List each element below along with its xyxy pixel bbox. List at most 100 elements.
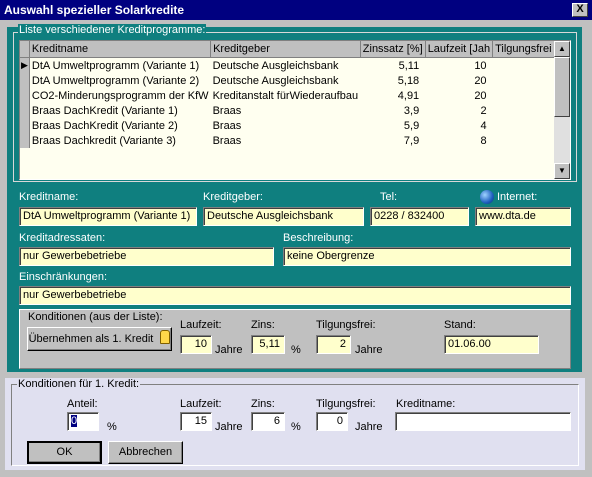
tilgungsfrei-unit: Jahre	[355, 344, 383, 356]
konditionen-kredit1-legend: Konditionen für 1. Kredit:	[17, 378, 141, 391]
laufzeit-kredit1-label: Laufzeit:	[180, 398, 222, 410]
kreditadressaten-field[interactable]: nur Gewerbebetriebe	[19, 247, 274, 266]
anteil-label: Anteil:	[67, 398, 98, 410]
uebernehmen-button[interactable]: Übernehmen als 1. Kredit	[27, 327, 172, 351]
stand-field[interactable]: 01.06.00	[444, 335, 539, 354]
laufzeit-unit: Jahre	[215, 344, 243, 356]
zins-liste-field[interactable]: 5,11	[251, 335, 285, 354]
table-cell[interactable]: 4,91	[360, 88, 425, 103]
table-cell[interactable]: Braas	[211, 103, 361, 118]
table-cell[interactable]: 10	[425, 58, 492, 74]
einschraenkungen-label: Einschränkungen:	[19, 271, 108, 283]
kreditname-kredit1-label: Kreditname:	[396, 398, 456, 410]
einschraenkungen-field[interactable]: nur Gewerbebetriebe	[19, 286, 571, 305]
tilgungsfrei-label: Tilgungsfrei:	[316, 319, 376, 331]
table-cell[interactable]: Deutsche Ausgleichsbank	[211, 58, 361, 74]
laufzeit-label: Laufzeit:	[180, 319, 222, 331]
scroll-thumb[interactable]	[554, 57, 570, 117]
hand-icon	[160, 330, 171, 344]
internet-label: Internet:	[497, 191, 538, 203]
row-indicator[interactable]	[20, 118, 30, 133]
table-cell[interactable]: DtA Umweltprogramm (Variante 2)	[29, 73, 210, 88]
window-title-bar: Auswahl spezieller Solarkredite	[0, 0, 592, 20]
zins-kredit1-unit: %	[291, 421, 301, 433]
scroll-down-button[interactable]: ▼	[554, 163, 570, 179]
table-cell[interactable]: 2	[425, 103, 492, 118]
tilgungsfrei-kredit1-field[interactable]: 0	[316, 412, 348, 431]
table-cell[interactable]: 8	[425, 133, 492, 148]
row-indicator[interactable]	[20, 88, 30, 103]
row-indicator[interactable]	[20, 133, 30, 148]
zins-kredit1-label: Zins:	[251, 398, 275, 410]
table-cell[interactable]: 5,18	[360, 73, 425, 88]
zins-kredit1-field[interactable]: 6	[251, 412, 285, 431]
table-cell[interactable]: 20	[425, 73, 492, 88]
anteil-value: 0	[71, 415, 78, 427]
row-indicator[interactable]	[20, 103, 30, 118]
tilgungsfrei-kredit1-unit: Jahre	[355, 421, 383, 433]
tel-label: Tel:	[380, 191, 398, 203]
window-title: Auswahl spezieller Solarkredite	[4, 3, 185, 17]
table-cell[interactable]: 7,9	[360, 133, 425, 148]
anteil-field[interactable]: 0	[67, 412, 99, 431]
table-cell[interactable]: DtA Umweltprogramm (Variante 1)	[29, 58, 210, 74]
table-row[interactable]: CO2-Minderungsprogramm der KfW Kreditanst…	[20, 88, 570, 103]
arrow-up-icon: ▲	[558, 44, 566, 53]
table-cell[interactable]: Braas DachKredit (Variante 1)	[29, 103, 210, 118]
grid-table: Kreditname Kreditgeber Zinssatz [%] Lauf…	[20, 41, 570, 148]
cancel-button[interactable]: Abbrechen	[108, 441, 183, 464]
kreditgeber-field[interactable]: Deutsche Ausgleichsbank	[203, 207, 364, 226]
tilgungsfrei-liste-field[interactable]: 2	[316, 335, 351, 354]
table-cell[interactable]: Braas	[211, 118, 361, 133]
kreditname-kredit1-field[interactable]	[395, 412, 571, 431]
close-icon: X	[576, 3, 584, 15]
table-row[interactable]: Braas DachKredit (Variante 1)Braas3,920	[20, 103, 570, 118]
table-row[interactable]: Braas Dachkredit (Variante 3)Braas7,980	[20, 133, 570, 148]
table-cell[interactable]: Braas	[211, 133, 361, 148]
column-header[interactable]: Kreditname	[29, 41, 212, 58]
laufzeit-liste-field[interactable]: 10	[180, 335, 212, 354]
kreditgeber-label: Kreditgeber:	[203, 191, 263, 203]
anteil-unit: %	[107, 421, 117, 433]
table-cell[interactable]: 3,9	[360, 103, 425, 118]
zins-label: Zins:	[251, 319, 275, 331]
column-header[interactable]: Laufzeit [Jah	[425, 41, 494, 58]
column-header[interactable]: Kreditgeber	[210, 41, 361, 58]
laufzeit-kredit1-unit: Jahre	[215, 421, 243, 433]
table-cell[interactable]: 20	[425, 88, 492, 103]
table-cell[interactable]: Kreditanstalt fürWiederaufbau	[211, 88, 361, 103]
row-indicator[interactable]: ▶	[20, 57, 30, 73]
table-row[interactable]: ▶ DtA Umweltprogramm (Variante 1) Deutsche…	[20, 57, 570, 74]
table-cell[interactable]: 4	[425, 118, 492, 133]
scroll-up-button[interactable]: ▲	[554, 41, 570, 57]
table-cell[interactable]: Braas Dachkredit (Variante 3)	[29, 133, 210, 148]
stand-label: Stand:	[444, 319, 476, 331]
kreditname-field[interactable]: DtA Umweltprogramm (Variante 1)	[19, 207, 197, 226]
table-cell[interactable]: 5,9	[360, 118, 425, 133]
zins-unit: %	[291, 344, 301, 356]
credit-programs-grid[interactable]: Kreditname Kreditgeber Zinssatz [%] Lauf…	[19, 40, 571, 180]
table-cell[interactable]: CO2-Minderungsprogramm der KfW	[29, 88, 210, 103]
table-row[interactable]: Braas DachKredit (Variante 2)Braas5,940	[20, 118, 570, 133]
laufzeit-kredit1-field[interactable]: 15	[180, 412, 212, 431]
column-header[interactable]: Zinssatz [%]	[360, 41, 426, 58]
tilgungsfrei-kredit1-label: Tilgungsfrei:	[316, 398, 376, 410]
table-row[interactable]: DtA Umweltprogramm (Variante 2) Deutsche …	[20, 73, 570, 88]
grid-vertical-scrollbar[interactable]: ▲ ▼	[554, 41, 570, 179]
close-button[interactable]: X	[572, 3, 588, 17]
list-legend: Liste verschiedener Kreditprogramme:	[18, 24, 207, 36]
row-indicator-header	[20, 41, 30, 58]
row-indicator[interactable]	[20, 73, 30, 88]
table-cell[interactable]: 5,11	[360, 58, 425, 74]
globe-icon	[480, 190, 494, 204]
kreditadressaten-label: Kreditadressaten:	[19, 232, 106, 244]
table-cell[interactable]: Braas DachKredit (Variante 2)	[29, 118, 210, 133]
internet-field[interactable]: www.dta.de	[475, 207, 571, 226]
tel-field[interactable]: 0228 / 832400	[370, 207, 469, 226]
beschreibung-field[interactable]: keine Obergrenze	[283, 247, 571, 266]
table-cell[interactable]: Deutsche Ausgleichsbank	[211, 73, 361, 88]
ok-button[interactable]: OK	[27, 441, 102, 464]
arrow-down-icon: ▼	[558, 166, 566, 175]
beschreibung-label: Beschreibung:	[283, 232, 354, 244]
uebernehmen-label: Übernehmen als 1. Kredit	[28, 333, 154, 345]
